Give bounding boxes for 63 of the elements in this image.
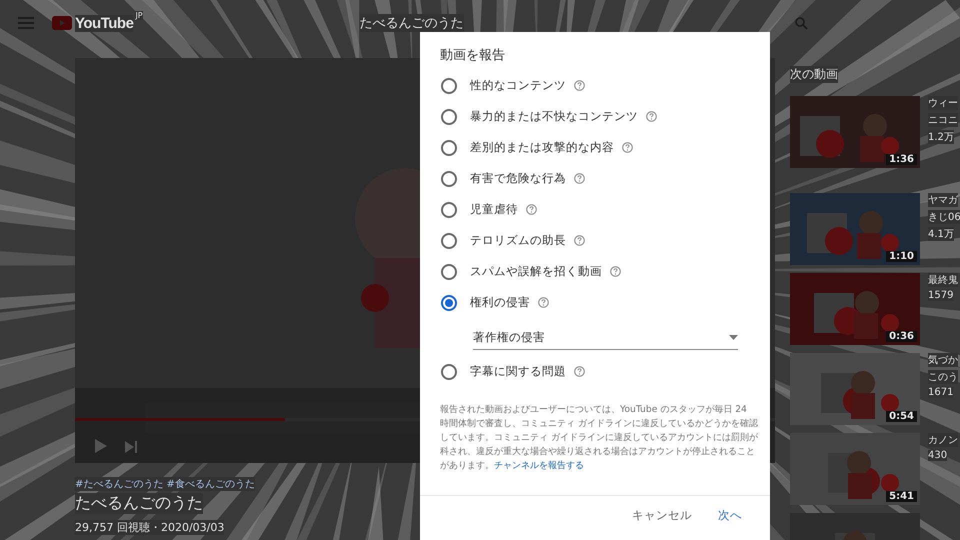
hashtags[interactable]: #たべるんごのうた #食べるんごのうた	[75, 477, 255, 491]
duration-badge: 5:41	[886, 491, 917, 502]
radio-option[interactable]: スパムや誤解を招く動画	[440, 256, 770, 287]
help-icon[interactable]	[574, 173, 585, 184]
duration-badge: 1:36	[886, 154, 917, 165]
video-meta: 430	[928, 450, 948, 461]
help-icon[interactable]	[646, 111, 657, 122]
help-icon[interactable]	[574, 366, 585, 377]
video-meta: ニコニ	[928, 113, 958, 127]
help-icon[interactable]	[574, 80, 585, 91]
radio-option[interactable]: 字幕に関する問題	[440, 356, 770, 387]
radio-option[interactable]: テロリズムの助長	[440, 225, 770, 256]
report-channel-link[interactable]: チャンネルを報告する	[494, 460, 584, 471]
reason-dropdown[interactable]: 著作権の侵害	[473, 326, 738, 350]
region-label: JP	[135, 10, 143, 20]
report-notice: 報告された動画およびユーザーについては、YouTube のスタッフが毎日 24 時間体制で審査し、コミュニティ ガイドラインに違反しているかどうかを確認しています。コミュニティ ガイドラインに違反しているアカウントには罰則が科され、違反が重大な場合や繰り返される場合はアカウントが停止されることがあります。チャンネルを報告する	[440, 403, 758, 473]
radio-option[interactable]: 性的なコンテンツ	[440, 70, 770, 101]
help-icon[interactable]	[610, 266, 621, 277]
video-link-title[interactable]: ヤマガ	[928, 193, 958, 207]
video-link-title[interactable]: 気づか	[928, 353, 958, 367]
video-link-title[interactable]: ウィー	[928, 96, 958, 110]
radio-option[interactable]: 暴力的または不快なコンテンツ	[440, 101, 770, 132]
radio-button[interactable]	[441, 264, 457, 280]
dropdown-caret-icon	[729, 335, 738, 340]
radio-button[interactable]	[441, 364, 457, 380]
radio-button[interactable]	[441, 78, 457, 94]
video-link-title[interactable]: 最終鬼	[928, 273, 958, 287]
video-meta: 1579	[928, 290, 954, 301]
video-meta: 1671	[928, 387, 954, 398]
next-icon[interactable]	[125, 441, 137, 453]
radio-button[interactable]	[441, 140, 457, 156]
video-meta: きじ06	[928, 210, 960, 224]
video-meta: 1.2万	[928, 130, 954, 144]
radio-option[interactable]: 差別的または攻撃的な内容	[440, 132, 770, 163]
duration-badge: 0:36	[886, 331, 917, 342]
radio-option[interactable]: 有害で危険な行為	[440, 163, 770, 194]
next-button[interactable]: 次へ	[712, 502, 748, 529]
radio-button[interactable]	[441, 170, 457, 186]
dialog-title: 動画を報告	[440, 47, 506, 64]
help-icon[interactable]	[538, 297, 549, 308]
radio-button[interactable]	[441, 294, 457, 310]
cancel-button[interactable]: キャンセル	[626, 502, 698, 529]
logo-text[interactable]: YouTube	[75, 14, 134, 32]
up-next-heading: 次の動画	[790, 66, 838, 83]
video-meta: 4.1万	[928, 227, 954, 241]
view-count: 29,757 回視聴・2020/03/03	[75, 520, 224, 535]
video-meta: このう	[928, 370, 958, 384]
radio-button[interactable]	[441, 202, 457, 218]
radio-button[interactable]	[441, 232, 457, 248]
duration-badge: 1:10	[886, 251, 917, 262]
help-icon[interactable]	[574, 235, 585, 246]
radio-option[interactable]: 権利の侵害	[440, 287, 770, 318]
duration-badge: 0:54	[886, 411, 917, 422]
help-icon[interactable]	[622, 142, 633, 153]
search-icon[interactable]	[795, 16, 808, 30]
video-title: たべるんごのうた	[75, 493, 203, 514]
radio-option[interactable]: 児童虐待	[440, 194, 770, 225]
play-icon[interactable]	[95, 439, 107, 453]
play-logo-icon[interactable]	[52, 16, 72, 30]
help-icon[interactable]	[526, 204, 537, 215]
video-link-title[interactable]: カノン	[928, 433, 958, 447]
radio-button[interactable]	[441, 108, 457, 124]
search-field[interactable]: たべるんごのうた	[360, 14, 464, 32]
